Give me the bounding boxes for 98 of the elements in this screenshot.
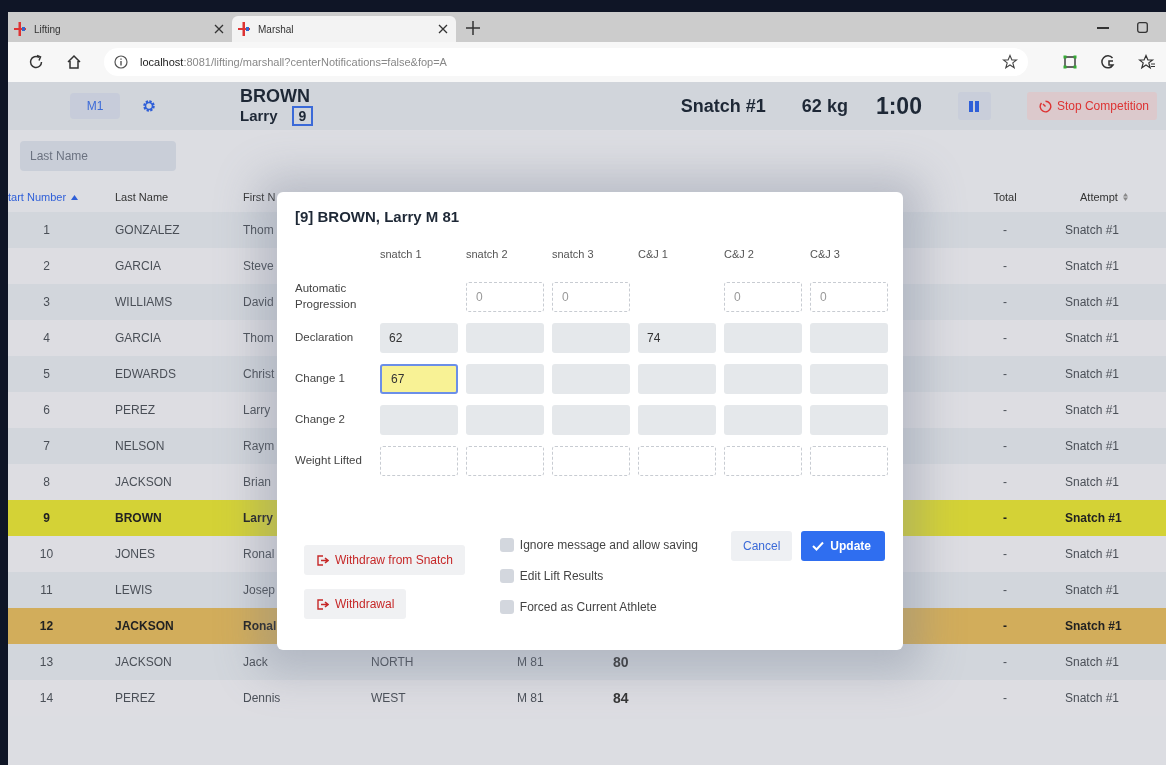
athlete-first-name: Larry — [240, 108, 278, 123]
table-cell: WEST — [371, 691, 406, 705]
table-cell: M 81 — [517, 691, 544, 705]
checkbox-label: Edit Lift Results — [519, 569, 604, 584]
table-cell-text: 4 — [42, 331, 51, 345]
table-cell-text: Snatch #1 — [1064, 439, 1121, 453]
row-label: Automatic Progression — [295, 281, 358, 312]
table-cell-text: 11 — [39, 583, 54, 597]
table-cell-text: - — [1002, 259, 1008, 273]
table-cell: Dennis — [243, 691, 281, 705]
table-cell-text: Snatch #1 — [1064, 511, 1123, 525]
table-cell: NORTH — [371, 655, 414, 669]
table-cell-text: - — [1002, 475, 1008, 489]
table-cell: LEWIS — [115, 583, 153, 597]
table-cell-text: 5 — [42, 367, 51, 381]
table-cell-text: - — [1002, 655, 1008, 669]
table-cell: Brian — [243, 475, 271, 489]
attempt-label: Snatch #1 — [680, 95, 766, 117]
table-cell: Larry — [243, 403, 271, 417]
table-cell-text: Snatch #1 — [1064, 331, 1121, 345]
athlete-last-name: BROWN — [240, 86, 311, 105]
row-label: Weight Lifted — [295, 453, 363, 469]
column-label: snatch 2 — [466, 248, 509, 260]
row-label: Change 2 — [295, 412, 346, 428]
table-cell-text: 10 — [38, 547, 55, 561]
table-cell-text: Snatch #1 — [1064, 691, 1121, 705]
table-cell: JACKSON — [115, 655, 172, 669]
table-cell-text: - — [1002, 223, 1008, 237]
table-cell-text: Snatch #1 — [1064, 619, 1123, 633]
table-cell-text: Snatch #1 — [1064, 547, 1121, 561]
column-label: snatch 3 — [552, 248, 595, 260]
table-cell: Ronal — [243, 547, 275, 561]
table-cell: 80 — [613, 654, 629, 670]
table-cell-text: Snatch #1 — [1064, 367, 1121, 381]
table-cell-text: 2 — [42, 259, 51, 273]
table-cell-text: - — [1002, 331, 1008, 345]
table-cell-text: - — [1002, 367, 1008, 381]
table-cell: JACKSON — [115, 475, 172, 489]
table-cell-text: - — [1002, 403, 1008, 417]
table-cell: GARCIA — [115, 259, 161, 273]
table-cell: JACKSON — [115, 619, 174, 633]
table-cell: 84 — [613, 690, 629, 706]
column-label: C&J 3 — [810, 248, 841, 260]
table-cell-text: - — [1002, 583, 1008, 597]
table-cell: GARCIA — [115, 331, 161, 345]
table-cell-text: 14 — [38, 691, 55, 705]
table-cell-text: Snatch #1 — [1064, 583, 1121, 597]
row-label: Change 1 — [295, 371, 346, 387]
table-cell-text: - — [1002, 619, 1008, 633]
table-cell: EDWARDS — [115, 367, 176, 381]
table-cell: NELSON — [115, 439, 165, 453]
column-label: C&J 1 — [638, 248, 669, 260]
table-cell: Thom — [243, 331, 274, 345]
table-cell-text: Snatch #1 — [1064, 655, 1121, 669]
url-text: localhost:8081/lifting/marshall?centerNotifications=false&fop=A — [140, 56, 447, 68]
table-cell: Thom — [243, 223, 274, 237]
table-cell-text: 13 — [38, 655, 55, 669]
table-cell-text: - — [1002, 439, 1008, 453]
dialog-title: [9] BROWN, Larry M 81 — [295, 208, 461, 225]
table-cell: GONZALEZ — [115, 223, 180, 237]
start-number: 9 — [291, 105, 314, 126]
table-cell-text: 6 — [42, 403, 51, 417]
table-cell: BROWN — [115, 511, 162, 525]
table-cell: WILLIAMS — [115, 295, 173, 309]
table-cell-text: Snatch #1 — [1064, 223, 1121, 237]
table-cell: JONES — [115, 547, 155, 561]
checkbox-label: Ignore message and allow saving — [519, 538, 698, 553]
table-cell-text: Snatch #1 — [1064, 403, 1121, 417]
table-cell: PEREZ — [115, 691, 155, 705]
table-cell-text: - — [1002, 295, 1008, 309]
column-label: snatch 1 — [380, 248, 423, 260]
clock-time: 1:00 — [875, 92, 922, 120]
table-cell-text: 7 — [42, 439, 51, 453]
table-cell: Raym — [243, 439, 275, 453]
table-cell-text: - — [1002, 511, 1008, 525]
table-cell-text: 8 — [42, 475, 51, 489]
table-cell: Ronal — [243, 619, 277, 633]
table-cell-text: - — [1002, 547, 1008, 561]
weight-label: 62 kg — [801, 95, 848, 117]
table-cell-text: - — [1002, 691, 1008, 705]
column-label: C&J 2 — [724, 248, 755, 260]
table-cell: Josep — [243, 583, 276, 597]
table-cell-text: 3 — [42, 295, 51, 309]
table-cell-text: 1 — [42, 223, 51, 237]
table-cell: Larry — [243, 511, 274, 525]
table-cell-text: Snatch #1 — [1064, 259, 1121, 273]
row-label: Declaration — [295, 330, 355, 346]
table-cell: Christ — [243, 367, 275, 381]
table-cell: Steve — [243, 259, 274, 273]
table-cell-text: Snatch #1 — [1064, 475, 1121, 489]
table-cell: Jack — [243, 655, 268, 669]
checkbox-label: Forced as Current Athlete — [519, 600, 657, 615]
table-cell: PEREZ — [115, 403, 155, 417]
table-cell: David — [243, 295, 274, 309]
table-cell: M 81 — [517, 655, 544, 669]
table-cell-text: 12 — [38, 619, 55, 633]
table-cell-text: Snatch #1 — [1064, 295, 1121, 309]
table-cell-text: 9 — [42, 511, 51, 525]
